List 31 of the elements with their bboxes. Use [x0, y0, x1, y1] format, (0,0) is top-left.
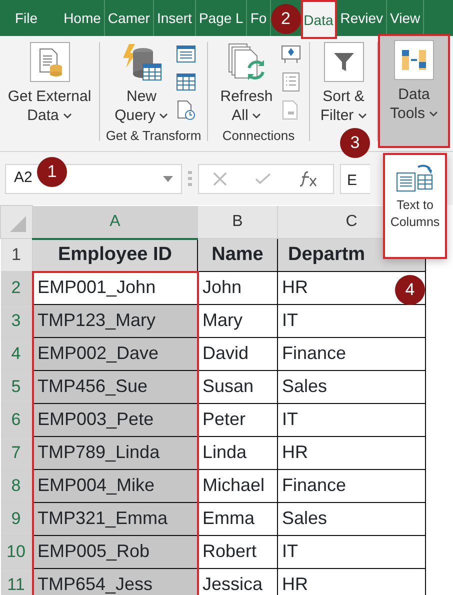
table-cell: Mary: [198, 304, 278, 338]
table-cell: EMP003_Pete: [32, 404, 198, 436]
table-cell: John: [198, 272, 278, 304]
table-cell: Sales: [278, 502, 426, 536]
step-number-badge: 4: [395, 275, 425, 305]
table-cell: TMP123_Mary: [32, 304, 198, 338]
group-label: Connections: [221, 126, 296, 144]
table-cell: TMP654_Jess: [32, 568, 198, 595]
column-title-cell: Name: [198, 238, 278, 272]
table-cell: David: [198, 338, 278, 370]
table-cell: Emma: [198, 502, 278, 536]
table-cell: Sales: [278, 370, 426, 404]
table-cell: EMP004_Mike: [32, 470, 198, 502]
table-cell: Peter: [198, 404, 278, 436]
table-cell: EMP002_Dave: [32, 338, 198, 370]
table-cell: Linda: [198, 436, 278, 470]
table-cell: TMP789_Linda: [32, 436, 198, 470]
table-cell: Finance: [278, 470, 426, 502]
table-cell: EMP005_Rob: [32, 536, 198, 568]
table-cell: TMP321_Emma: [32, 502, 198, 536]
table-cell: IT: [278, 536, 426, 568]
table-cell: Michael: [198, 470, 278, 502]
table-cell: Robert: [198, 536, 278, 568]
group-label: Get & Transform: [104, 126, 202, 144]
table-cell: HR: [278, 436, 426, 470]
column-title-cell: Employee ID: [32, 238, 198, 272]
table-cell: TMP456_Sue: [32, 370, 198, 404]
table-cell: IT: [278, 404, 426, 436]
table-cell: Susan: [198, 370, 278, 404]
table-cell: IT: [278, 304, 426, 338]
table-cell: Finance: [278, 338, 426, 370]
